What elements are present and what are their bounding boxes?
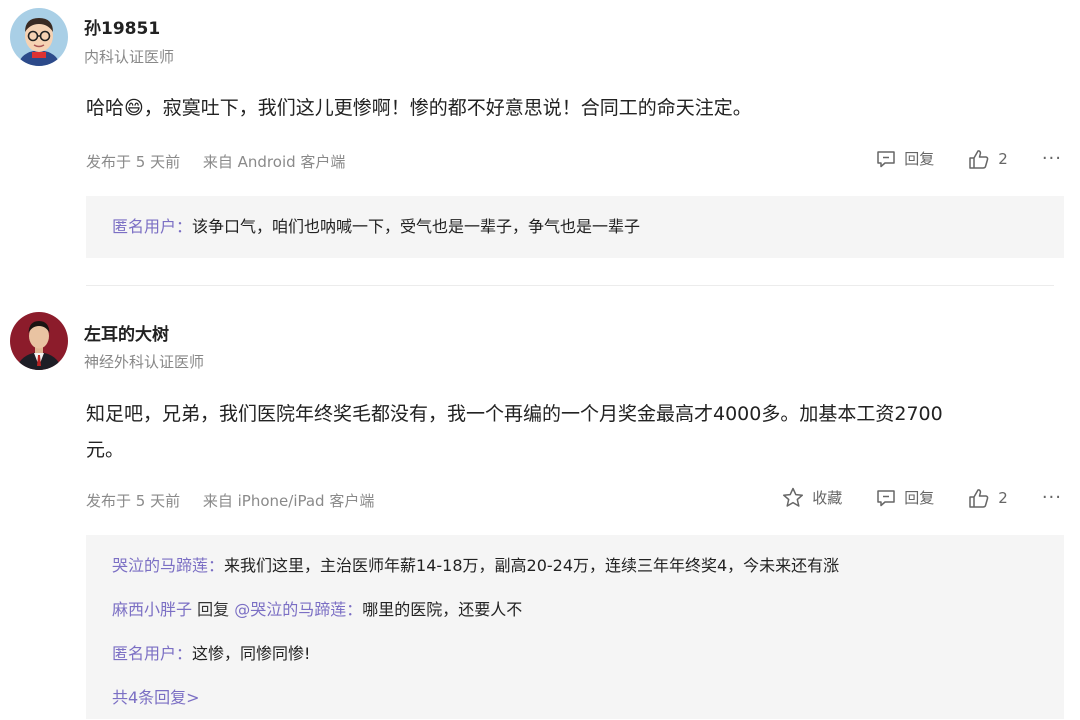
post-time: 发布于 5 天前 [86, 153, 181, 171]
reply-author[interactable]: 匿名用户： [112, 217, 192, 236]
reply-item: 匿名用户：这惨，同惨同惨! [112, 632, 1064, 676]
comment-post-2: 左耳的大树 神经外科认证医师 知足吧，兄弟，我们医院年终奖毛都没有，我一个再编的… [0, 300, 1080, 719]
reply-word: 回复 [192, 600, 235, 619]
avatar[interactable] [10, 312, 68, 370]
post-source: 来自 Android 客户端 [202, 153, 346, 171]
reply-item: 麻西小胖子 回复 @哭泣的马蹄莲：哪里的医院，还要人不 [112, 588, 1064, 632]
more-options-icon[interactable]: ··· [1042, 148, 1062, 169]
reply-label: 回复 [904, 150, 935, 168]
avatar-photo-icon [10, 312, 68, 370]
username[interactable]: 左耳的大树 [84, 320, 169, 345]
reply-label: 回复 [904, 489, 935, 507]
user-certification: 神经外科认证医师 [84, 353, 205, 371]
like-button[interactable]: 2 [968, 149, 1008, 169]
view-all-replies-link[interactable]: 共4条回复> [112, 688, 200, 707]
reply-button[interactable]: 回复 [876, 487, 934, 508]
comment-icon [877, 489, 896, 506]
post-source: 来自 iPhone/iPad 客户端 [202, 492, 375, 510]
divider [86, 285, 1054, 286]
like-button[interactable]: 2 [968, 488, 1008, 508]
comment-content-line: 知足吧，兄弟，我们医院年终奖毛都没有，我一个再编的一个月奖金最高才4000多。加… [86, 403, 943, 425]
thumbs-up-icon [969, 488, 989, 508]
favorite-label: 收藏 [812, 489, 843, 507]
avatar-cartoon-doctor-icon [10, 8, 68, 66]
thumbs-up-icon [969, 149, 989, 169]
comment-actions: 回复 2 ··· [842, 148, 1062, 169]
comment-content: 知足吧，兄弟，我们医院年终奖毛都没有，我一个再编的一个月奖金最高才4000多。加… [86, 396, 1046, 468]
favorite-button[interactable]: 收藏 [782, 487, 842, 508]
reply-author[interactable]: 麻西小胖子 [112, 600, 192, 619]
reply-item: 匿名用户：该争口气，咱们也呐喊一下，受气也是一辈子，争气也是一辈子 [112, 205, 1064, 249]
reply-author[interactable]: 匿名用户： [112, 644, 192, 663]
reply-list: 匿名用户：该争口气，咱们也呐喊一下，受气也是一辈子，争气也是一辈子 [86, 196, 1064, 258]
comment-meta: 发布于 5 天前 来自 Android 客户端 [86, 151, 345, 172]
post-time: 发布于 5 天前 [86, 492, 181, 510]
comment-icon [877, 150, 896, 167]
comment-content: 哈哈😄，寂寞吐下，我们这儿更惨啊！惨的都不好意思说！合同工的命天注定。 [86, 97, 752, 119]
reply-text: 来我们这里，主治医师年薪14-18万，副高20-24万，连续三年年终奖4，今未来… [224, 556, 840, 575]
more-options-icon[interactable]: ··· [1042, 487, 1062, 508]
reply-author[interactable]: 哭泣的马蹄莲： [112, 556, 224, 575]
like-count: 2 [998, 149, 1008, 168]
reply-text: 这惨，同惨同惨! [192, 644, 311, 663]
comment-meta: 发布于 5 天前 来自 iPhone/iPad 客户端 [86, 490, 374, 511]
reply-list: 哭泣的马蹄莲：来我们这里，主治医师年薪14-18万，副高20-24万，连续三年年… [86, 535, 1064, 719]
comment-post-1: 孙19851 内科认证医师 哈哈😄，寂寞吐下，我们这儿更惨啊！惨的都不好意思说！… [0, 0, 1080, 285]
comment-content-line: 元。 [86, 439, 125, 461]
reply-item: 哭泣的马蹄莲：来我们这里，主治医师年薪14-18万，副高20-24万，连续三年年… [112, 544, 1064, 588]
comment-actions: 收藏 回复 2 ··· [748, 487, 1062, 508]
reply-text: 哪里的医院，还要人不 [362, 600, 523, 619]
reply-item: 共4条回复> [112, 676, 1064, 720]
user-certification: 内科认证医师 [84, 48, 175, 66]
like-count: 2 [998, 488, 1008, 507]
reply-target[interactable]: @哭泣的马蹄莲： [234, 600, 362, 619]
username[interactable]: 孙19851 [84, 14, 160, 39]
reply-button[interactable]: 回复 [876, 148, 934, 169]
star-icon [783, 487, 804, 507]
avatar[interactable] [10, 8, 68, 66]
reply-text: 该争口气，咱们也呐喊一下，受气也是一辈子，争气也是一辈子 [192, 217, 641, 236]
